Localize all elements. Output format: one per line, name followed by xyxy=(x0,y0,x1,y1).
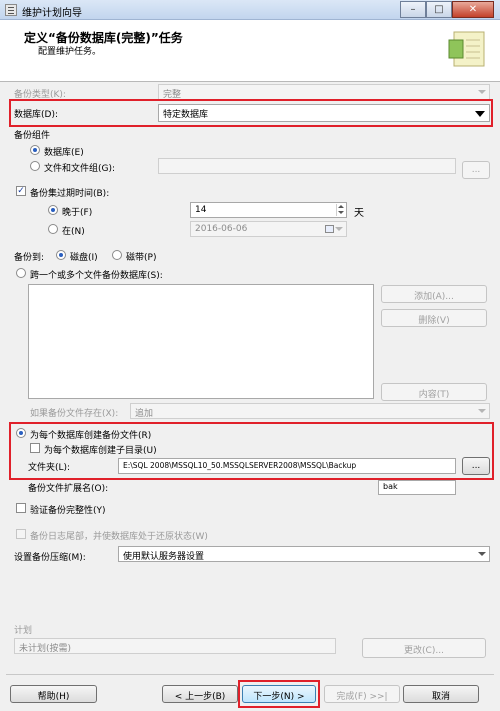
wizard-task-icon xyxy=(448,31,485,67)
days-unit: 天 xyxy=(354,208,364,219)
files-radio-label: 文件和文件组(G): xyxy=(44,164,116,174)
chevron-down-icon xyxy=(478,90,486,94)
expiry-checkbox[interactable]: ✓ xyxy=(16,186,26,196)
next-button[interactable]: 下一步(N) > xyxy=(242,685,316,703)
on-date-label: 在(N) xyxy=(62,227,85,237)
after-days-value: 14 xyxy=(195,205,207,215)
schedule-field: 未计划(按需) xyxy=(14,638,336,654)
remove-button[interactable]: 删除(V) xyxy=(381,309,487,327)
extension-input[interactable]: bak xyxy=(378,480,456,495)
subdir-label: 为每个数据库创建子目录(U) xyxy=(44,446,157,456)
files-browse-button[interactable]: ... xyxy=(462,161,490,179)
window-title: 维护计划向导 xyxy=(22,8,82,19)
app-icon xyxy=(5,4,17,16)
database-value: 特定数据库 xyxy=(163,110,209,120)
help-button[interactable]: 帮助(H) xyxy=(10,685,97,703)
per-db-radio[interactable] xyxy=(16,428,26,438)
files-field[interactable] xyxy=(158,158,456,174)
if-exists-value: 追加 xyxy=(135,409,154,419)
folder-label: 文件夹(L): xyxy=(28,463,71,473)
on-date-radio[interactable] xyxy=(48,224,58,234)
compression-select[interactable]: 使用默认服务器设置 xyxy=(118,546,490,562)
log-tail-checkbox[interactable] xyxy=(16,529,26,539)
chevron-down-icon xyxy=(478,552,486,556)
spinner-icon[interactable] xyxy=(336,204,345,216)
page-subtitle: 配置维护任务。 xyxy=(38,47,102,57)
after-label: 晚于(F) xyxy=(62,208,93,218)
compression-label: 设置备份压缩(M): xyxy=(14,553,86,563)
files-radio[interactable] xyxy=(30,161,40,171)
expiry-label: 备份集过期时间(B): xyxy=(30,189,110,199)
database-label: 数据库(D): xyxy=(14,110,58,120)
per-db-label: 为每个数据库创建备份文件(R) xyxy=(30,431,152,441)
back-button[interactable]: < 上一步(B) xyxy=(162,685,238,703)
database-select[interactable]: 特定数据库 xyxy=(158,104,490,122)
tape-radio[interactable] xyxy=(112,250,122,260)
footer-separator xyxy=(6,674,494,675)
span-files-label: 跨一个或多个文件备份数据库(S): xyxy=(30,271,163,281)
if-exists-select[interactable]: 追加 xyxy=(130,403,490,419)
schedule-label: 计划 xyxy=(14,626,33,636)
cancel-button[interactable]: 取消 xyxy=(403,685,479,703)
date-picker[interactable]: 2016-06-06 xyxy=(190,221,347,237)
after-radio[interactable] xyxy=(48,205,58,215)
after-days-stepper[interactable]: 14 xyxy=(190,202,347,218)
subdir-checkbox[interactable] xyxy=(30,443,40,453)
verify-checkbox[interactable] xyxy=(16,503,26,513)
database-radio[interactable] xyxy=(30,145,40,155)
minimize-icon[interactable]: – xyxy=(400,1,426,18)
extension-label: 备份文件扩展名(O): xyxy=(28,484,109,494)
chevron-down-icon xyxy=(478,409,486,413)
if-exists-label: 如果备份文件存在(X): xyxy=(30,409,119,419)
contents-button[interactable]: 内容(T) xyxy=(381,383,487,401)
backup-type-select[interactable]: 完整 xyxy=(158,84,490,100)
chevron-down-icon xyxy=(475,111,485,117)
change-schedule-button[interactable]: 更改(C)... xyxy=(362,638,486,658)
finish-button[interactable]: 完成(F) >>| xyxy=(324,685,400,703)
calendar-icon xyxy=(325,225,334,233)
window-controls: – □ ✕ xyxy=(400,1,494,18)
chevron-down-icon xyxy=(335,227,343,231)
backup-to-label: 备份到: xyxy=(14,253,45,263)
backup-component-label: 备份组件 xyxy=(14,131,51,141)
disk-label: 磁盘(I) xyxy=(70,253,98,263)
disk-radio[interactable] xyxy=(56,250,66,260)
compression-value: 使用默认服务器设置 xyxy=(123,552,205,562)
folder-browse-button[interactable]: ... xyxy=(462,457,490,475)
span-files-radio[interactable] xyxy=(16,268,26,278)
database-radio-label: 数据库(E) xyxy=(44,148,84,158)
folder-input[interactable]: E:\SQL 2008\MSSQL10_50.MSSQLSERVER2008\M… xyxy=(118,458,456,474)
close-icon[interactable]: ✕ xyxy=(452,1,494,18)
verify-label: 验证备份完整性(Y) xyxy=(30,506,106,516)
backup-files-list[interactable] xyxy=(28,284,374,399)
log-tail-label: 备份日志尾部，并使数据库处于还原状态(W) xyxy=(30,532,208,542)
tape-label: 磁带(P) xyxy=(126,253,157,263)
maximize-icon[interactable]: □ xyxy=(426,1,452,18)
date-value: 2016-06-06 xyxy=(195,224,248,234)
add-button[interactable]: 添加(A)... xyxy=(381,285,487,303)
